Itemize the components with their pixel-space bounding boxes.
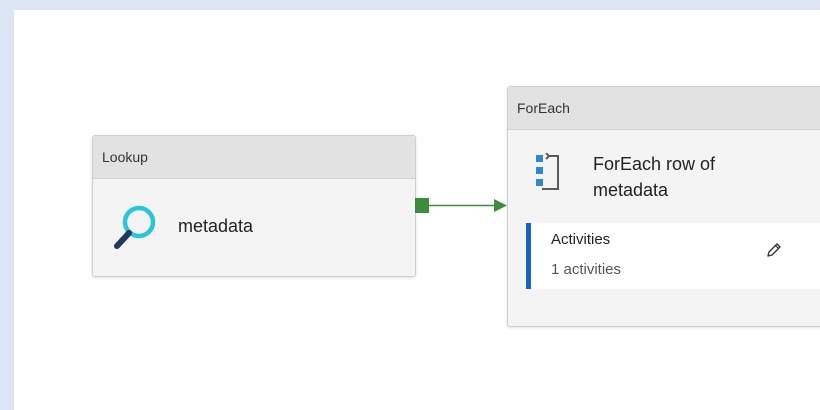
connector-output-handle[interactable] (415, 198, 429, 213)
connector-arrowhead (494, 199, 507, 212)
success-connector-arrow[interactable] (14, 10, 820, 410)
pipeline-canvas[interactable]: Lookup metadata ForEach ForEach row of m… (14, 10, 820, 410)
